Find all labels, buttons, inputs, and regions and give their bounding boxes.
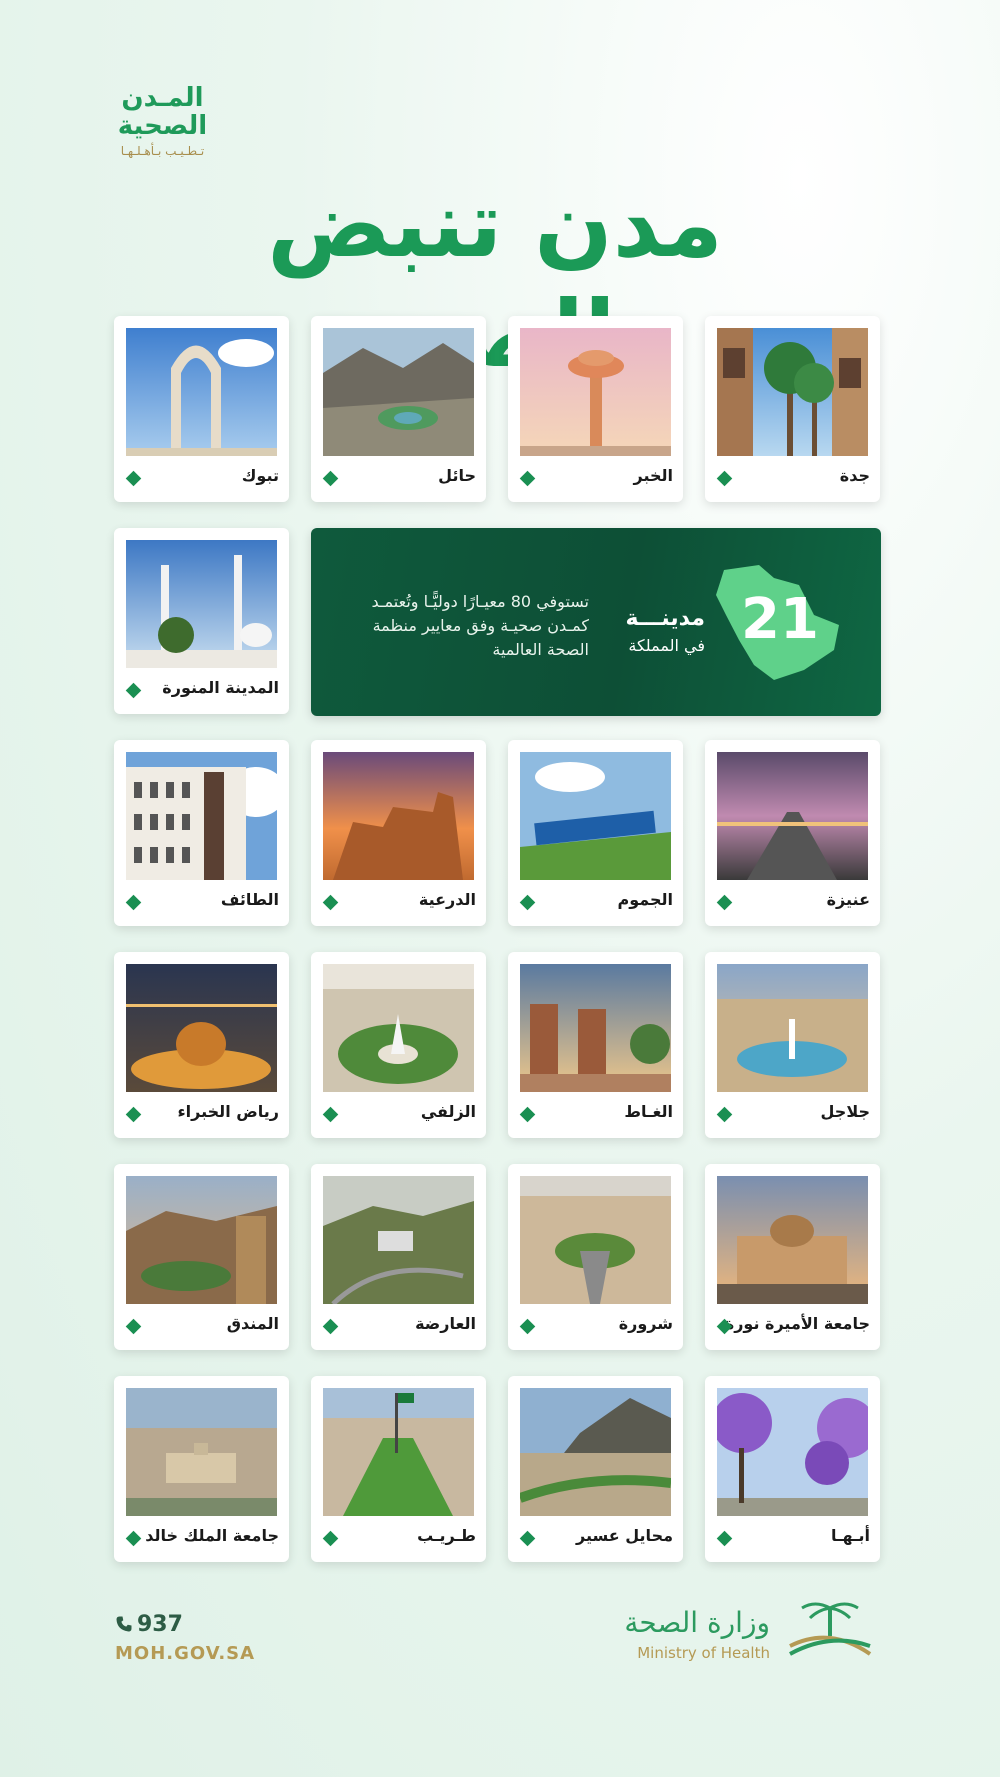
healthy-cities-logo: المـدن الصحية تـطـيـب بـأهـلـهـا: [110, 84, 215, 158]
diamond-bullet-icon: [125, 894, 142, 911]
phone-number[interactable]: 937: [115, 1612, 183, 1637]
city-card-jalajil[interactable]: جلاجل: [705, 952, 880, 1138]
diamond-bullet-icon: [125, 470, 142, 487]
logo-line-2: الصحية: [117, 111, 208, 141]
diamond-bullet-icon: [519, 1106, 536, 1123]
city-photo: [323, 1176, 474, 1304]
city-card-muhayil-aseer[interactable]: محايل عسير: [508, 1376, 683, 1562]
diamond-bullet-icon: [322, 1106, 339, 1123]
city-photo: [126, 328, 277, 456]
ministry-name-arabic: وزارة الصحة: [624, 1606, 770, 1639]
city-card-sharurah[interactable]: شرورة: [508, 1164, 683, 1350]
city-card-jumum[interactable]: الجموم: [508, 740, 683, 926]
city-name: الزلفي: [420, 1102, 476, 1121]
city-card-aridhah[interactable]: العارضة: [311, 1164, 486, 1350]
city-photo: [126, 964, 277, 1092]
website-link[interactable]: MOH.GOV.SA: [115, 1643, 255, 1664]
city-photo: [126, 1388, 277, 1516]
city-card-hail[interactable]: حائل: [311, 316, 486, 502]
city-photo: [323, 328, 474, 456]
city-count-label: مدينـــة: [625, 606, 705, 631]
city-name: العارضة: [415, 1314, 476, 1333]
city-card-taif[interactable]: الطائف: [114, 740, 289, 926]
city-name: الغـاط: [624, 1102, 673, 1121]
diamond-bullet-icon: [125, 1106, 142, 1123]
city-name: حائل: [438, 466, 476, 485]
city-name: جلاجل: [820, 1102, 871, 1121]
city-name: عنيزة: [826, 890, 870, 909]
diamond-bullet-icon: [125, 1318, 142, 1335]
city-card-mandaq[interactable]: المندق: [114, 1164, 289, 1350]
city-name: جامعة الملك خالد: [145, 1526, 279, 1545]
city-card-madinah[interactable]: المدينة المنورة: [114, 528, 289, 714]
diamond-bullet-icon: [322, 1318, 339, 1335]
city-card-pnu[interactable]: جامعة الأميرة نورة: [705, 1164, 880, 1350]
city-photo: [323, 752, 474, 880]
city-name: الطائف: [220, 890, 279, 909]
city-name: جدة: [839, 466, 870, 485]
city-name: محايل عسير: [576, 1526, 673, 1545]
city-name: شرورة: [618, 1314, 673, 1333]
diamond-bullet-icon: [519, 894, 536, 911]
city-name: رياض الخبراء: [177, 1102, 280, 1121]
diamond-bullet-icon: [716, 1530, 733, 1547]
city-name: الخبر: [633, 466, 673, 485]
city-name: طـريـب: [417, 1526, 476, 1545]
city-name: المدينة المنورة: [162, 678, 279, 697]
diamond-bullet-icon: [125, 682, 142, 699]
city-photo: [323, 1388, 474, 1516]
diamond-bullet-icon: [519, 1318, 536, 1335]
city-photo: [126, 540, 277, 668]
city-photo: [520, 1388, 671, 1516]
city-photo: [520, 752, 671, 880]
city-name: تبوك: [241, 466, 279, 485]
diamond-bullet-icon: [322, 894, 339, 911]
city-photo: [717, 964, 868, 1092]
city-photo: [717, 1388, 868, 1516]
city-card-khobar[interactable]: الخبر: [508, 316, 683, 502]
city-photo: [126, 752, 277, 880]
diamond-bullet-icon: [125, 1530, 142, 1547]
city-photo: [717, 328, 868, 456]
diamond-bullet-icon: [322, 1530, 339, 1547]
city-name: المندق: [226, 1314, 279, 1333]
diamond-bullet-icon: [519, 1530, 536, 1547]
city-photo: [717, 1176, 868, 1304]
phone-number-text: 937: [137, 1612, 183, 1637]
criteria-description: تستوفي 80 معيـارًا دوليًّـا وتُعتمـد كمـ…: [371, 592, 589, 659]
city-photo: [520, 964, 671, 1092]
city-name: جامعة الأميرة نورة: [724, 1314, 870, 1333]
city-card-turabah[interactable]: طـريـب: [311, 1376, 486, 1562]
logo-tagline: تـطـيـب بـأهـلـهـا: [120, 144, 205, 158]
diamond-bullet-icon: [716, 1106, 733, 1123]
city-card-tabuk[interactable]: تبوك: [114, 316, 289, 502]
phone-icon: [116, 1616, 132, 1632]
city-card-unaizah[interactable]: عنيزة: [705, 740, 880, 926]
city-photo: [520, 1176, 671, 1304]
palm-swords-emblem-icon: [789, 1602, 872, 1656]
city-photo: [323, 964, 474, 1092]
city-card-abha[interactable]: أبـهـا: [705, 1376, 880, 1562]
diamond-bullet-icon: [716, 894, 733, 911]
city-count: 21: [741, 587, 819, 652]
diamond-bullet-icon: [716, 470, 733, 487]
city-photo: [717, 752, 868, 880]
city-photo: [126, 1176, 277, 1304]
city-photo: [520, 328, 671, 456]
diamond-bullet-icon: [322, 470, 339, 487]
stats-banner: 21 مدينـــة في المملكة تستوفي 80 معيـارً…: [311, 528, 881, 716]
city-card-riyadh-alkhabra[interactable]: رياض الخبراء: [114, 952, 289, 1138]
kingdom-label: في المملكة: [628, 636, 705, 655]
city-card-kku[interactable]: جامعة الملك خالد: [114, 1376, 289, 1562]
city-name: الدرعية: [418, 890, 476, 909]
diamond-bullet-icon: [519, 470, 536, 487]
city-card-zulfi[interactable]: الزلفي: [311, 952, 486, 1138]
city-card-ghat[interactable]: الغـاط: [508, 952, 683, 1138]
city-card-diriyah[interactable]: الدرعية: [311, 740, 486, 926]
city-name: أبـهـا: [831, 1526, 870, 1545]
city-card-jeddah[interactable]: جدة: [705, 316, 880, 502]
ministry-name-english: Ministry of Health: [637, 1644, 770, 1662]
city-name: الجموم: [617, 890, 673, 909]
logo-line-1: المـدن: [121, 83, 204, 113]
